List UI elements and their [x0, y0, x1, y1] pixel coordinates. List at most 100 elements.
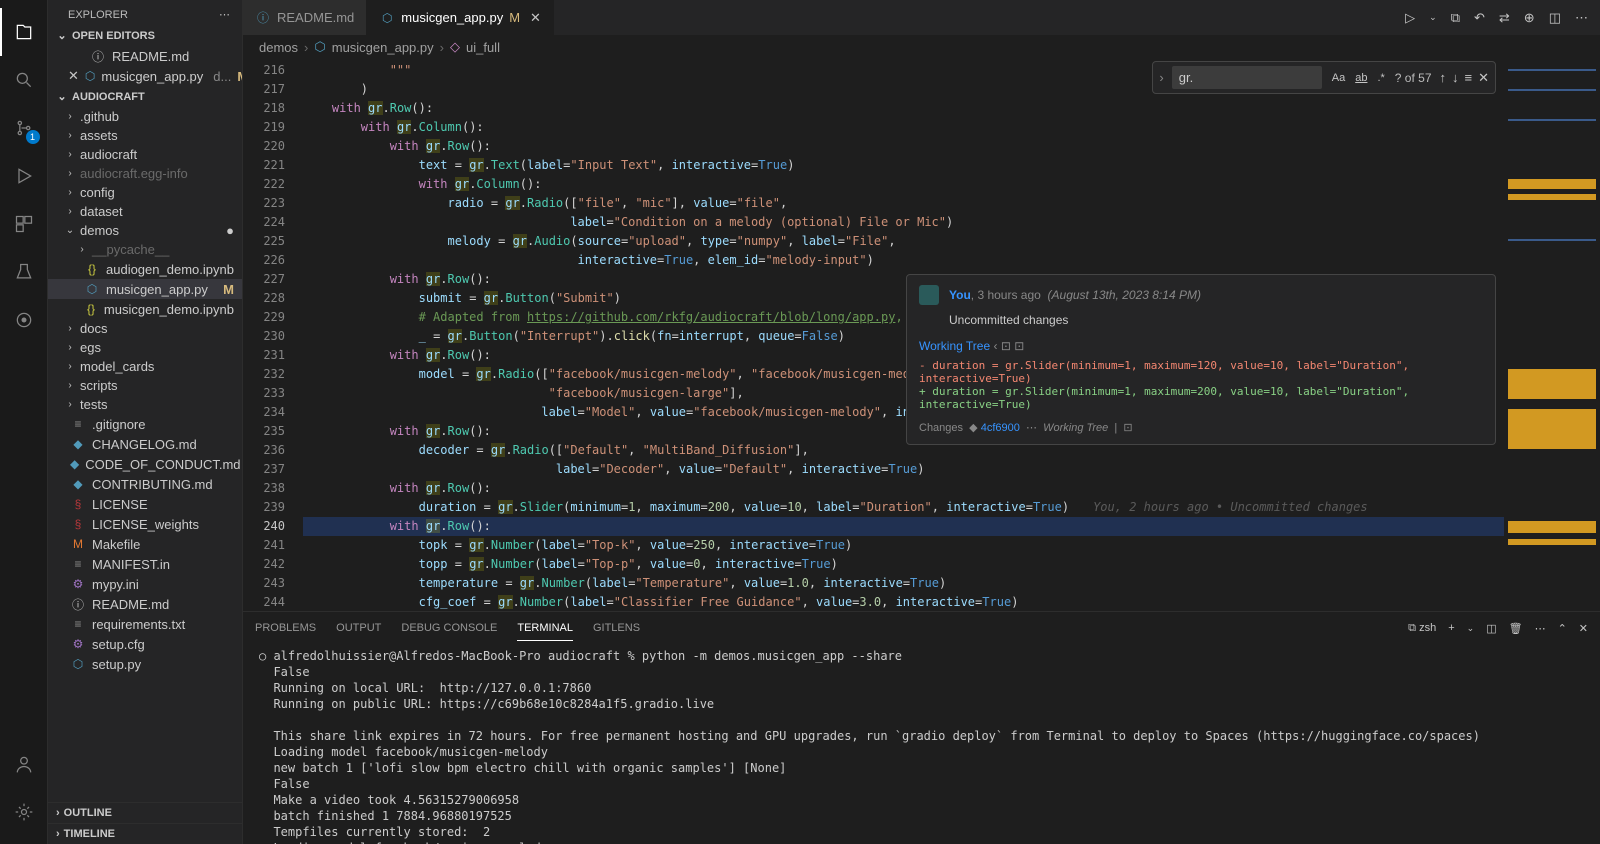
folder-item[interactable]: ›audiocraft [48, 145, 242, 164]
terminal-panel: PROBLEMS OUTPUT DEBUG CONSOLE TERMINAL GITLE… [243, 611, 1600, 844]
file-item[interactable]: MMakefile [48, 534, 242, 554]
find-filter-icon[interactable]: ≡ [1465, 70, 1473, 86]
project-header[interactable]: ⌄AUDIOCRAFT [48, 86, 242, 107]
find-prev-icon[interactable]: ↑ [1440, 70, 1447, 86]
terminal-shell-icon[interactable]: ⧉ zsh [1408, 622, 1436, 635]
main-area: ⓘREADME.md⬡musicgen_app.pyM✕ ▷ ⌄ ⧉ ↶ ⇄ ⊕… [243, 0, 1600, 844]
folder-item[interactable]: ›__pycache__ [48, 240, 242, 259]
run-dropdown-icon[interactable]: ⌄ [1429, 12, 1437, 23]
file-item[interactable]: ◆CONTRIBUTING.md [48, 474, 242, 494]
git-compare-icon[interactable]: ⧉ [1451, 10, 1460, 26]
more-icon[interactable]: ⋯ [219, 8, 230, 21]
close-icon[interactable]: ✕ [68, 68, 79, 84]
panel-tab[interactable]: PROBLEMS [255, 616, 316, 640]
more-terminal-icon[interactable]: ⋯ [1535, 622, 1546, 635]
split-icon[interactable]: ◫ [1549, 10, 1561, 26]
more-actions-icon[interactable]: ⋯ [1575, 10, 1588, 26]
open-editors-header[interactable]: ⌄OPEN EDITORS [48, 25, 242, 46]
file-item[interactable]: ≡requirements.txt [48, 614, 242, 634]
file-item[interactable]: ≡.gitignore [48, 414, 242, 434]
minimap[interactable] [1504, 59, 1600, 611]
file-item[interactable]: {}musicgen_demo.ipynb [48, 299, 242, 319]
file-icon: ⓘ [255, 10, 271, 26]
toggle-icon[interactable]: ⊕ [1524, 10, 1535, 26]
chevron-icon: › [64, 149, 76, 160]
find-next-icon[interactable]: ↓ [1452, 70, 1459, 86]
settings-icon[interactable] [0, 788, 48, 836]
open-editor-item[interactable]: ✕⬡musicgen_app.pyd...M [48, 66, 242, 86]
chevron-icon: › [64, 206, 76, 217]
file-item[interactable]: {}audiogen_demo.ipynb [48, 259, 242, 279]
file-icon: ⚙ [70, 636, 86, 652]
run-icon[interactable]: ▷ [1405, 10, 1415, 26]
chevron-icon: ⌄ [64, 225, 76, 236]
file-icon: ≡ [70, 416, 86, 432]
close-panel-icon[interactable]: ✕ [1579, 622, 1588, 635]
file-item[interactable]: ◆CODE_OF_CONDUCT.md [48, 454, 242, 474]
terminal-dropdown-icon[interactable]: ⌄ [1467, 623, 1475, 634]
folder-item[interactable]: ›model_cards [48, 357, 242, 376]
file-icon: ≡ [70, 616, 86, 632]
source-control-icon[interactable]: 1 [0, 104, 48, 152]
folder-item[interactable]: ⌄demos● [48, 221, 242, 240]
folder-item[interactable]: ›assets [48, 126, 242, 145]
folder-item[interactable]: ›audiocraft.egg-info [48, 164, 242, 183]
editor-tab[interactable]: ⓘREADME.md [243, 0, 367, 35]
explorer-title: EXPLORER [68, 9, 128, 21]
match-case-icon[interactable]: Aa [1330, 70, 1347, 86]
folder-item[interactable]: ›dataset [48, 202, 242, 221]
chevron-icon: › [64, 168, 76, 179]
chevron-icon: › [76, 244, 88, 255]
file-item[interactable]: ≡MANIFEST.in [48, 554, 242, 574]
outline-header[interactable]: ›OUTLINE [48, 802, 242, 823]
file-icon: ⬡ [85, 68, 95, 84]
find-input[interactable] [1172, 66, 1322, 89]
accounts-icon[interactable] [0, 740, 48, 788]
close-icon[interactable]: ✕ [530, 10, 541, 26]
file-item[interactable]: §LICENSE_weights [48, 514, 242, 534]
maximize-icon[interactable]: ⌃ [1558, 622, 1567, 635]
testing-icon[interactable] [0, 248, 48, 296]
gitlens-icon[interactable] [0, 296, 48, 344]
panel-tab[interactable]: DEBUG CONSOLE [401, 616, 497, 640]
file-item[interactable]: ⓘREADME.md [48, 594, 242, 614]
file-icon: ⚙ [70, 576, 86, 592]
editor[interactable]: › Aa ab .* ? of 57 ↑ ↓ ≡ ✕ You, 3 hours … [243, 59, 1600, 611]
split-terminal-icon[interactable]: ◫ [1486, 622, 1496, 635]
new-terminal-icon[interactable]: + [1448, 622, 1454, 634]
find-expand-icon[interactable]: › [1159, 70, 1163, 85]
open-editor-item[interactable]: ⓘREADME.md [48, 46, 242, 66]
folder-item[interactable]: ›.github [48, 107, 242, 126]
git-revert-icon[interactable]: ↶ [1474, 10, 1485, 26]
file-item[interactable]: ◆CHANGELOG.md [48, 434, 242, 454]
file-item[interactable]: ⚙setup.cfg [48, 634, 242, 654]
folder-item[interactable]: ›config [48, 183, 242, 202]
run-debug-icon[interactable] [0, 152, 48, 200]
file-icon: ◆ [70, 456, 79, 472]
find-close-icon[interactable]: ✕ [1478, 70, 1489, 86]
breadcrumbs[interactable]: demos› ⬡musicgen_app.py› ◇ui_full [243, 35, 1600, 59]
folder-item[interactable]: ›scripts [48, 376, 242, 395]
folder-item[interactable]: ›docs [48, 319, 242, 338]
explorer-icon[interactable] [0, 8, 48, 56]
terminal-output[interactable]: ○ alfredolhuissier@Alfredos-MacBook-Pro … [243, 644, 1600, 844]
folder-item[interactable]: ›tests [48, 395, 242, 414]
panel-tab[interactable]: GITLENS [593, 616, 640, 640]
timeline-header[interactable]: ›TIMELINE [48, 823, 242, 844]
explorer-sidebar: EXPLORER ⋯ ⌄OPEN EDITORS ⓘREADME.md ✕ ⬡mus… [48, 0, 243, 844]
regex-icon[interactable]: .* [1375, 70, 1386, 86]
panel-tab[interactable]: OUTPUT [336, 616, 381, 640]
diff-icon[interactable]: ⇄ [1499, 10, 1510, 26]
extensions-icon[interactable] [0, 200, 48, 248]
editor-tab[interactable]: ⬡musicgen_app.pyM✕ [367, 0, 554, 35]
folder-item[interactable]: ›egs [48, 338, 242, 357]
kill-terminal-icon[interactable]: 🗑 [1509, 622, 1523, 635]
file-icon: ⓘ [70, 596, 86, 612]
match-word-icon[interactable]: ab [1353, 70, 1369, 86]
search-icon[interactable] [0, 56, 48, 104]
file-item[interactable]: §LICENSE [48, 494, 242, 514]
file-item[interactable]: ⬡musicgen_app.pyM [48, 279, 242, 299]
file-item[interactable]: ⬡setup.py [48, 654, 242, 674]
panel-tab[interactable]: TERMINAL [517, 616, 573, 641]
file-item[interactable]: ⚙mypy.ini [48, 574, 242, 594]
